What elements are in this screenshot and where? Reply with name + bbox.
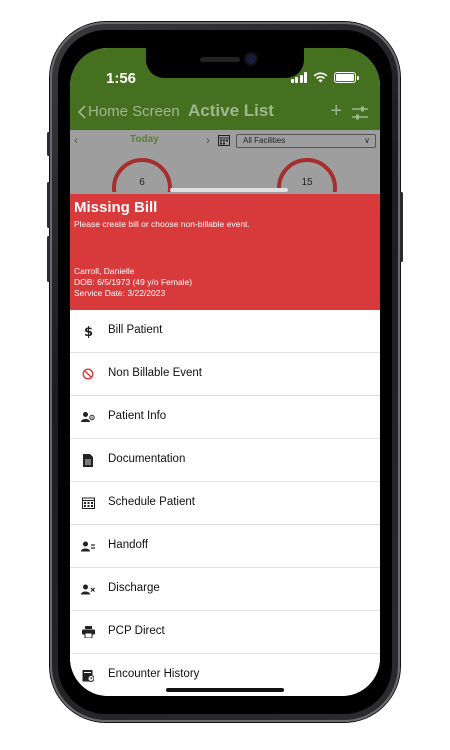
volume-up-button: [47, 182, 50, 228]
date-label[interactable]: Today: [130, 134, 159, 145]
service-date: Service Date: 3/22/2023: [74, 288, 166, 298]
document-icon: [81, 453, 95, 467]
gauge-left: 6: [112, 158, 172, 192]
chevron-left-icon: [78, 104, 86, 119]
discharge-icon: [81, 582, 95, 596]
status-time: 1:56: [106, 70, 137, 87]
mute-switch: [47, 132, 50, 156]
filter-sliders-icon[interactable]: [352, 106, 368, 120]
sheet-grabber[interactable]: [170, 188, 288, 192]
power-button: [400, 192, 403, 262]
top-bar: 1:56 Home Screen Active List +: [70, 48, 380, 130]
patient-info-action[interactable]: Patient Info: [70, 396, 380, 439]
handoff-action[interactable]: Handoff: [70, 525, 380, 568]
alert-title: Missing Bill: [74, 199, 158, 216]
calendar-icon[interactable]: [218, 134, 230, 146]
schedule-patient-action[interactable]: Schedule Patient: [70, 482, 380, 525]
bill-patient-action[interactable]: $ Bill Patient: [70, 310, 380, 353]
status-icons: [290, 72, 359, 83]
nav-bar: Home Screen Active List +: [70, 98, 380, 130]
action-label: Non Billable Event: [108, 367, 202, 379]
history-icon: [81, 668, 95, 682]
facility-select-value: All Facilities: [243, 136, 286, 145]
front-camera: [246, 54, 256, 64]
action-label: PCP Direct: [108, 625, 165, 637]
home-indicator[interactable]: [166, 688, 284, 692]
previous-day-button[interactable]: ‹: [74, 133, 78, 147]
action-label: Bill Patient: [108, 324, 163, 336]
discharge-action[interactable]: Discharge: [70, 568, 380, 611]
chevron-down-icon: ∨: [364, 136, 370, 145]
pcp-direct-action[interactable]: PCP Direct: [70, 611, 380, 654]
speaker: [200, 57, 240, 62]
missing-bill-alert: Missing Bill Please create bill or choos…: [70, 194, 380, 310]
wifi-icon: [313, 72, 328, 83]
action-list: $ Bill Patient Non Billable Event Patien…: [70, 310, 380, 696]
cellular-signal-icon: [290, 72, 307, 83]
action-label: Handoff: [108, 539, 149, 551]
dollar-icon: $: [81, 324, 95, 338]
prohibited-icon: [81, 367, 95, 381]
patient-name: Carroll, Danielle: [74, 266, 135, 276]
handoff-icon: [81, 539, 95, 553]
volume-down-button: [47, 236, 50, 282]
non-billable-event-action[interactable]: Non Billable Event: [70, 353, 380, 396]
action-label: Patient Info: [108, 410, 167, 422]
patient-info-icon: [81, 410, 95, 424]
battery-icon: [334, 72, 359, 83]
back-label: Home Screen: [88, 103, 180, 120]
back-button[interactable]: Home Screen: [78, 103, 180, 120]
action-label: Schedule Patient: [108, 496, 195, 508]
background-overview: ‹ Today › All Facilities ∨ 6 15: [70, 130, 380, 194]
documentation-action[interactable]: Documentation: [70, 439, 380, 482]
phone-frame: 1:56 Home Screen Active List + ‹ Today ›…: [47, 22, 403, 722]
printer-icon: [81, 625, 95, 639]
date-filter-row: ‹ Today › All Facilities ∨: [70, 130, 380, 152]
action-label: Documentation: [108, 453, 186, 465]
gauge-right-value: 15: [301, 177, 313, 188]
action-label: Discharge: [108, 582, 160, 594]
alert-message: Please create bill or choose non-billabl…: [74, 219, 250, 229]
notch: [146, 48, 304, 78]
phone-screen: 1:56 Home Screen Active List + ‹ Today ›…: [70, 48, 380, 696]
gauge-right: 15: [277, 158, 337, 192]
calendar-icon: [81, 496, 95, 510]
page-title: Active List: [188, 101, 274, 120]
action-label: Encounter History: [108, 668, 200, 680]
facility-select[interactable]: All Facilities ∨: [236, 134, 376, 148]
gauge-left-value: 6: [139, 177, 145, 188]
add-button[interactable]: +: [330, 100, 342, 123]
next-day-button[interactable]: ›: [206, 133, 210, 147]
patient-dob: DOB: 6/5/1973 (49 y/o Female): [74, 277, 193, 287]
svg-text:$: $: [84, 325, 93, 338]
